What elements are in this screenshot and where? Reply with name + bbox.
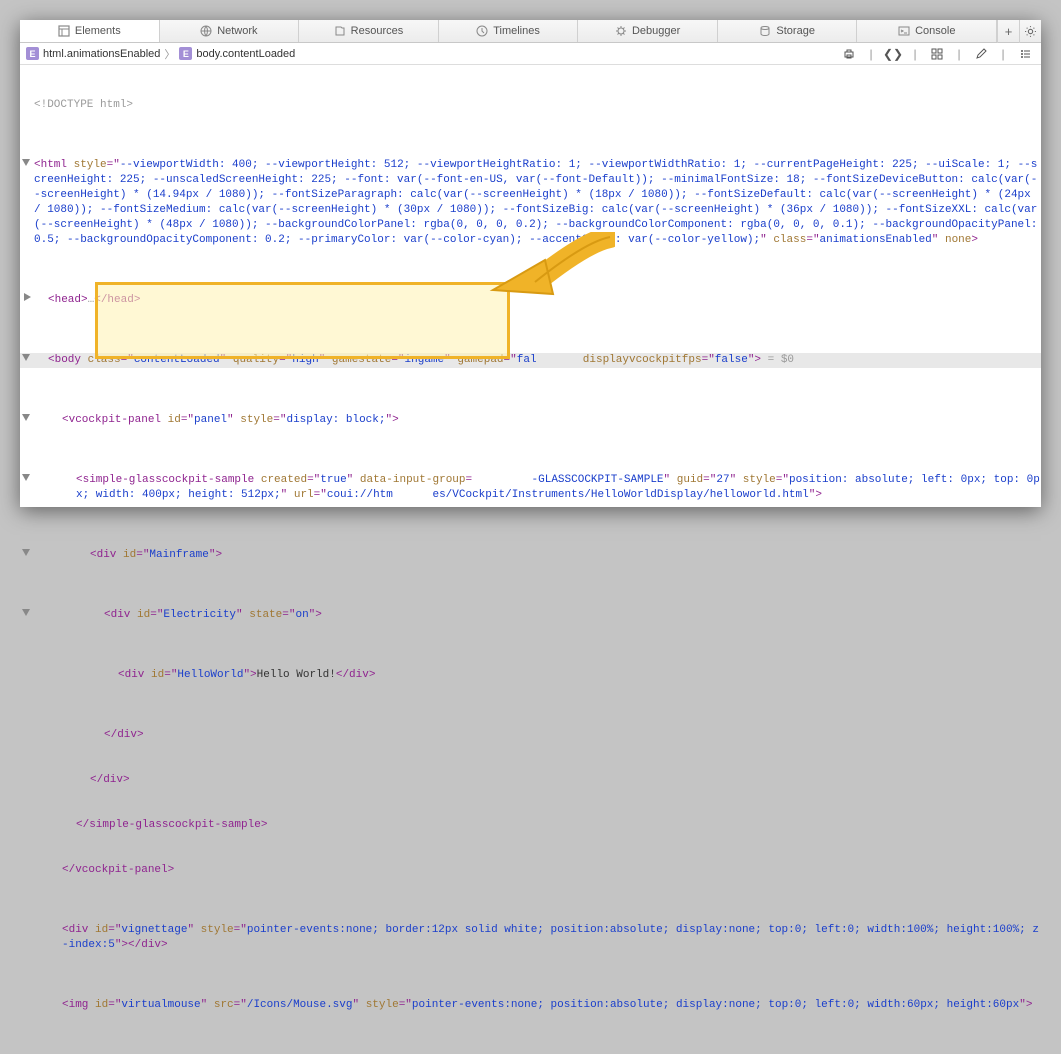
devtools-window: Elements Network Resources Timelines Deb… [20,20,1041,507]
chevron-right-icon: 〉 [164,46,175,62]
tab-label: Timelines [493,25,540,37]
selected-indicator: = $0 [761,354,794,366]
network-icon [200,25,212,37]
element-badge-icon: E [26,47,39,60]
dom-vcockpit-node[interactable]: <vcockpit-panel id="panel" style="displa… [20,413,1041,428]
divider: | [993,46,1013,62]
code-icon[interactable]: ❮❯ [883,46,903,62]
settings-button[interactable] [1019,20,1041,43]
dom-doctype[interactable]: <!DOCTYPE html> [34,99,133,111]
edit-icon[interactable] [971,46,991,62]
dom-tree[interactable]: <!DOCTYPE html> <html style="--viewportW… [20,65,1041,1054]
element-badge-icon: E [179,47,192,60]
disclosure-triangle-icon[interactable] [22,159,30,166]
storage-icon [759,25,771,37]
print-icon[interactable] [839,46,859,62]
dom-head-node[interactable]: <head>…</head> [20,293,1041,308]
timelines-icon [476,25,488,37]
dom-body-node[interactable]: <body class="contentLoaded" quality="hig… [20,353,1041,368]
breadcrumb-item[interactable]: body.contentLoaded [196,48,295,60]
elements-icon [58,25,70,37]
tab-label: Debugger [632,25,680,37]
dom-electricity-node[interactable]: <div id="Electricity" state="on"> [20,608,1041,623]
divider: | [949,46,969,62]
breadcrumb-row: E html.animationsEnabled 〉 E body.conten… [20,43,1041,65]
tab-elements[interactable]: Elements [20,20,160,42]
dom-html-node[interactable]: <html style="--viewportWidth: 400; --vie… [20,158,1041,248]
dom-close-tag[interactable]: </div> [20,773,1041,788]
tab-timelines[interactable]: Timelines [439,20,579,42]
tab-resources[interactable]: Resources [299,20,439,42]
tab-debugger[interactable]: Debugger [578,20,718,42]
divider: | [861,46,881,62]
tab-label: Storage [776,25,815,37]
grid-icon[interactable] [927,46,947,62]
devtools-toolbar: Elements Network Resources Timelines Deb… [20,20,1041,43]
disclosure-triangle-icon[interactable] [22,474,30,481]
disclosure-triangle-icon[interactable] [24,293,31,301]
disclosure-triangle-icon[interactable] [22,354,30,361]
divider: | [905,46,925,62]
add-tab-button[interactable]: + [997,20,1019,43]
dom-sgs-node[interactable]: <simple-glasscockpit-sample created="tru… [20,473,1041,503]
tab-label: Elements [75,25,121,37]
breadcrumb: E html.animationsEnabled 〉 E body.conten… [26,46,839,62]
dom-helloworld-node[interactable]: <div id="HelloWorld">Hello World!</div> [20,668,1041,683]
toolbar-end: + [997,20,1041,42]
tab-storage[interactable]: Storage [718,20,858,42]
dom-close-tag[interactable]: </div> [20,728,1041,743]
tab-console[interactable]: Console [857,20,997,42]
tab-network[interactable]: Network [160,20,300,42]
dom-vignettage-node[interactable]: <div id="vignettage" style="pointer-even… [20,923,1041,953]
tab-label: Network [217,25,257,37]
disclosure-triangle-icon[interactable] [22,549,30,556]
resources-icon [334,25,346,37]
console-icon [898,25,910,37]
disclosure-triangle-icon[interactable] [22,414,30,421]
dom-virtualmouse-node[interactable]: <img id="virtualmouse" src="/Icons/Mouse… [20,998,1041,1013]
tab-label: Console [915,25,955,37]
debugger-icon [615,25,627,37]
actionbar: | ❮❯ | | | [839,46,1035,62]
breadcrumb-item[interactable]: html.animationsEnabled [43,48,160,60]
dom-mainframe-node[interactable]: <div id="Mainframe"> [20,548,1041,563]
tab-label: Resources [351,25,404,37]
disclosure-triangle-icon[interactable] [22,609,30,616]
dom-close-tag[interactable]: </vcockpit-panel> [20,863,1041,878]
dom-close-tag[interactable]: </simple-glasscockpit-sample> [20,818,1041,833]
filter-icon[interactable] [1015,46,1035,62]
